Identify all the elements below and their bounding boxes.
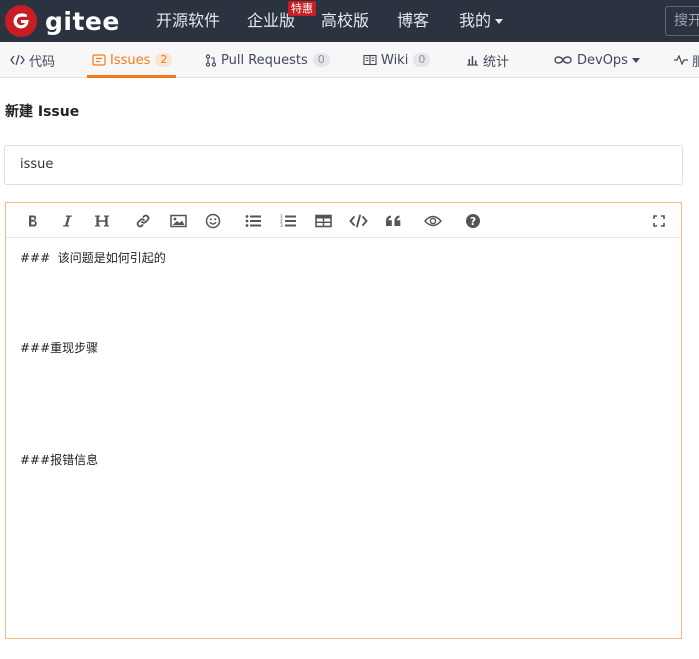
book-icon <box>363 54 377 66</box>
bar-chart-icon <box>467 56 478 66</box>
top-navbar: gitee 开源软件 企业版 特惠 高校版 博客 我的 搜开 <box>0 0 699 42</box>
tab-wiki-label: Wiki <box>381 52 409 68</box>
preview-icon[interactable] <box>423 211 443 231</box>
table-icon[interactable] <box>313 211 333 231</box>
emoji-icon[interactable] <box>203 211 223 231</box>
promo-badge: 特惠 <box>288 1 316 16</box>
tab-pull-requests-label: Pull Requests <box>221 52 308 68</box>
page-title: 新建 Issue <box>5 104 80 120</box>
tab-devops-label: DevOps <box>577 52 628 68</box>
active-tab-indicator <box>87 75 176 78</box>
brand-name: gitee <box>45 6 120 36</box>
svg-text:3: 3 <box>280 223 283 228</box>
issues-count-badge: 2 <box>155 53 173 67</box>
chevron-down-icon <box>495 19 504 24</box>
editor-line-reproduce: ###重现步骤 <box>20 341 99 355</box>
italic-icon[interactable] <box>57 211 77 231</box>
unordered-list-icon[interactable] <box>243 211 263 231</box>
gitee-logo-icon <box>5 5 37 37</box>
tab-stats[interactable]: 统计 <box>466 42 509 78</box>
infinity-icon <box>554 56 572 64</box>
markdown-editor[interactable]: 123 ? ### 该问题是如何引起的 ###重现步骤 ###报错信息 <box>5 202 682 639</box>
svg-text:?: ? <box>470 216 476 228</box>
quote-icon[interactable] <box>383 211 403 231</box>
search-input[interactable]: 搜开 <box>665 6 699 36</box>
bold-icon[interactable] <box>23 211 43 231</box>
wiki-count-badge: 0 <box>413 53 431 67</box>
tab-code-label: 代码 <box>29 54 56 70</box>
tab-services-label: 服 <box>692 54 699 70</box>
editor-toolbar: 123 ? <box>6 203 681 238</box>
nav-mine-label: 我的 <box>459 11 492 30</box>
pull-request-icon <box>205 53 217 67</box>
tab-pull-requests[interactable]: Pull Requests 0 <box>205 42 330 78</box>
repo-tab-bar: 代码 Issues 2 Pull Requests 0 Wiki 0 统计 De… <box>0 42 699 78</box>
tab-code[interactable]: 代码 <box>10 42 55 78</box>
heading-icon[interactable] <box>92 211 112 231</box>
issue-title-input[interactable]: issue <box>4 145 683 185</box>
link-icon[interactable] <box>133 211 153 231</box>
chevron-down-icon <box>631 57 640 63</box>
fullscreen-icon[interactable] <box>649 211 669 231</box>
image-icon[interactable] <box>168 211 188 231</box>
gitee-logo[interactable]: gitee <box>5 5 120 37</box>
editor-line-cause: ### 该问题是如何引起的 <box>20 251 166 265</box>
tab-devops[interactable]: DevOps <box>553 42 640 78</box>
nav-mine[interactable]: 我的 <box>459 11 504 31</box>
pull-requests-count-badge: 0 <box>312 53 330 67</box>
pulse-icon <box>674 55 688 65</box>
tab-stats-label: 统计 <box>483 54 510 70</box>
tab-services[interactable]: 服 <box>674 42 699 78</box>
nav-blog[interactable]: 博客 <box>397 11 429 31</box>
ordered-list-icon[interactable]: 123 <box>278 211 298 231</box>
help-icon[interactable]: ? <box>463 211 483 231</box>
tab-issues[interactable]: Issues 2 <box>92 42 173 78</box>
issues-icon <box>92 54 106 66</box>
code-block-icon[interactable] <box>348 211 368 231</box>
nav-open-source[interactable]: 开源软件 <box>156 11 220 31</box>
nav-education[interactable]: 高校版 <box>321 11 369 31</box>
tab-wiki[interactable]: Wiki 0 <box>363 42 431 78</box>
tab-issues-label: Issues <box>110 52 151 68</box>
editor-line-error: ###报错信息 <box>20 453 99 467</box>
code-icon <box>10 54 25 66</box>
